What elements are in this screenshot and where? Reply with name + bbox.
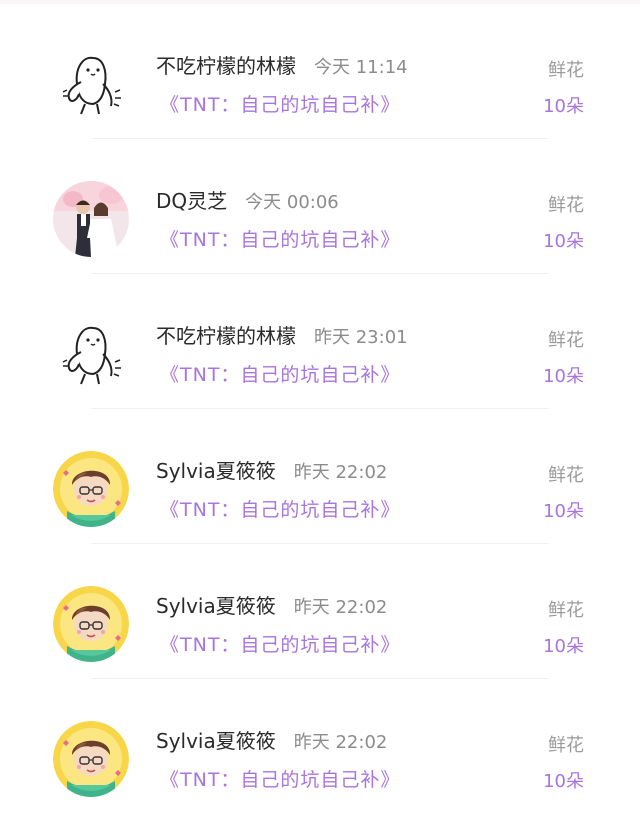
- cartoon-boy-avatar-icon: [53, 586, 129, 662]
- sketch-blob-avatar-icon: [53, 316, 129, 392]
- reward-label: 鲜花: [548, 60, 584, 81]
- list-item[interactable]: Sylvia夏筱筱 昨天 22:02 《TNT：自己的坑自己补》 鲜花 10朵: [0, 409, 640, 544]
- list-item[interactable]: DQ灵芝 今天 00:06 《TNT：自己的坑自己补》 鲜花 10朵: [0, 139, 640, 274]
- timestamp: 今天 00:06: [245, 192, 339, 213]
- reward-count: 10朵: [543, 501, 584, 522]
- sketch-blob-avatar-icon: [53, 46, 129, 122]
- list-item[interactable]: Sylvia夏筱筱 昨天 22:02 《TNT：自己的坑自己补》 鲜花 10朵: [0, 544, 640, 679]
- reward-count: 10朵: [543, 231, 584, 252]
- avatar[interactable]: [53, 46, 129, 122]
- list-item[interactable]: 不吃柠檬的林檬 今天 11:14 《TNT：自己的坑自己补》 鲜花 10朵: [0, 4, 640, 139]
- list-item[interactable]: 不吃柠檬的林檬 昨天 23:01 《TNT：自己的坑自己补》 鲜花 10朵: [0, 274, 640, 409]
- cartoon-boy-avatar-icon: [53, 451, 129, 527]
- gift-title[interactable]: 《TNT：自己的坑自己补》: [160, 495, 400, 522]
- reward-label: 鲜花: [548, 195, 584, 216]
- gift-title[interactable]: 《TNT：自己的坑自己补》: [160, 630, 400, 657]
- gift-record-list: 不吃柠檬的林檬 今天 11:14 《TNT：自己的坑自己补》 鲜花 10朵 DQ…: [0, 4, 640, 814]
- list-item[interactable]: Sylvia夏筱筱 昨天 22:02 《TNT：自己的坑自己补》 鲜花 10朵: [0, 679, 640, 814]
- user-name[interactable]: DQ灵芝 今天 00:06: [156, 185, 339, 214]
- avatar[interactable]: [53, 586, 129, 662]
- user-name[interactable]: Sylvia夏筱筱 昨天 22:02: [156, 590, 387, 619]
- reward-label: 鲜花: [548, 465, 584, 486]
- timestamp: 昨天 23:01: [314, 327, 408, 348]
- avatar[interactable]: [53, 316, 129, 392]
- avatar[interactable]: [53, 721, 129, 797]
- user-name[interactable]: 不吃柠檬的林檬 昨天 23:01: [156, 320, 408, 349]
- photo-couple-avatar-icon: [53, 181, 129, 257]
- reward-label: 鲜花: [548, 735, 584, 756]
- gift-title[interactable]: 《TNT：自己的坑自己补》: [160, 225, 400, 252]
- avatar[interactable]: [53, 451, 129, 527]
- reward-count: 10朵: [543, 366, 584, 387]
- timestamp: 昨天 22:02: [293, 462, 388, 483]
- timestamp: 昨天 22:02: [293, 732, 388, 753]
- timestamp: 昨天 22:02: [293, 597, 388, 618]
- user-name[interactable]: Sylvia夏筱筱 昨天 22:02: [156, 455, 387, 484]
- user-name[interactable]: 不吃柠檬的林檬 今天 11:14: [156, 50, 408, 79]
- reward-count: 10朵: [543, 96, 584, 117]
- gift-title[interactable]: 《TNT：自己的坑自己补》: [160, 90, 400, 117]
- avatar[interactable]: [53, 181, 129, 257]
- reward-label: 鲜花: [548, 600, 584, 621]
- reward-count: 10朵: [543, 771, 584, 792]
- reward-label: 鲜花: [548, 330, 584, 351]
- gift-title[interactable]: 《TNT：自己的坑自己补》: [160, 765, 400, 792]
- user-name[interactable]: Sylvia夏筱筱 昨天 22:02: [156, 725, 387, 754]
- cartoon-boy-avatar-icon: [53, 721, 129, 797]
- gift-title[interactable]: 《TNT：自己的坑自己补》: [160, 360, 400, 387]
- timestamp: 今天 11:14: [314, 57, 408, 78]
- reward-count: 10朵: [543, 636, 584, 657]
